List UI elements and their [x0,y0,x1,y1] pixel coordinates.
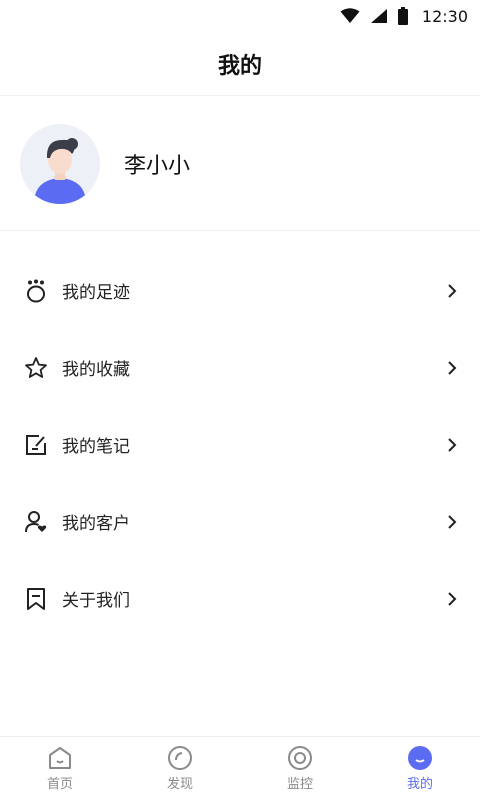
note-icon [24,433,48,457]
menu-item-label: 关于我们 [62,591,130,611]
bookmark-icon [24,587,48,611]
wifi-icon [340,8,360,23]
cellular-signal-icon [370,9,387,23]
menu-item-notes[interactable]: 我的笔记 [0,406,480,483]
status-time: 12:30 [421,6,468,26]
chevron-right-icon [448,437,457,452]
tab-home[interactable]: 首页 [0,737,120,800]
chevron-right-icon [448,514,457,529]
chevron-right-icon [448,283,457,298]
avatar-illustration [34,137,86,204]
discover-icon [168,746,192,770]
page-title: 我的 [217,53,262,79]
menu-item-customers[interactable]: 我的客户 [0,483,480,560]
username: 李小小 [124,153,191,179]
page-header: 我的 [0,32,480,96]
status-bar: 12:30 [0,0,480,32]
monitor-icon [288,746,312,770]
menu-list: 我的足迹 我的收藏 我的笔记 我的客户 关于我们 [0,252,480,637]
chevron-right-icon [448,591,457,606]
profile-icon [408,746,432,770]
chevron-right-icon [448,360,457,375]
bottom-tab-bar: 首页 发现 监控 我的 [0,736,480,800]
tab-label: 监控 [286,777,313,792]
customer-icon [24,510,48,534]
battery-icon [397,7,408,25]
avatar[interactable] [20,123,100,204]
menu-item-label: 我的客户 [62,514,130,534]
menu-item-footprint[interactable]: 我的足迹 [0,252,480,329]
tab-discover[interactable]: 发现 [120,737,240,800]
menu-item-about[interactable]: 关于我们 [0,560,480,637]
menu-item-label: 我的足迹 [62,283,130,303]
home-icon [49,747,71,769]
menu-item-favorites[interactable]: 我的收藏 [0,329,480,406]
tab-label: 我的 [406,777,433,792]
tab-label: 首页 [46,777,73,792]
menu-item-label: 我的笔记 [62,437,130,457]
star-icon [24,356,48,380]
tab-monitor[interactable]: 监控 [240,737,360,800]
tab-label: 发现 [166,777,193,792]
footprint-icon [24,279,48,303]
tab-profile[interactable]: 我的 [360,737,480,800]
menu-item-label: 我的收藏 [62,360,130,380]
profile-card[interactable]: 李小小 [0,97,480,231]
